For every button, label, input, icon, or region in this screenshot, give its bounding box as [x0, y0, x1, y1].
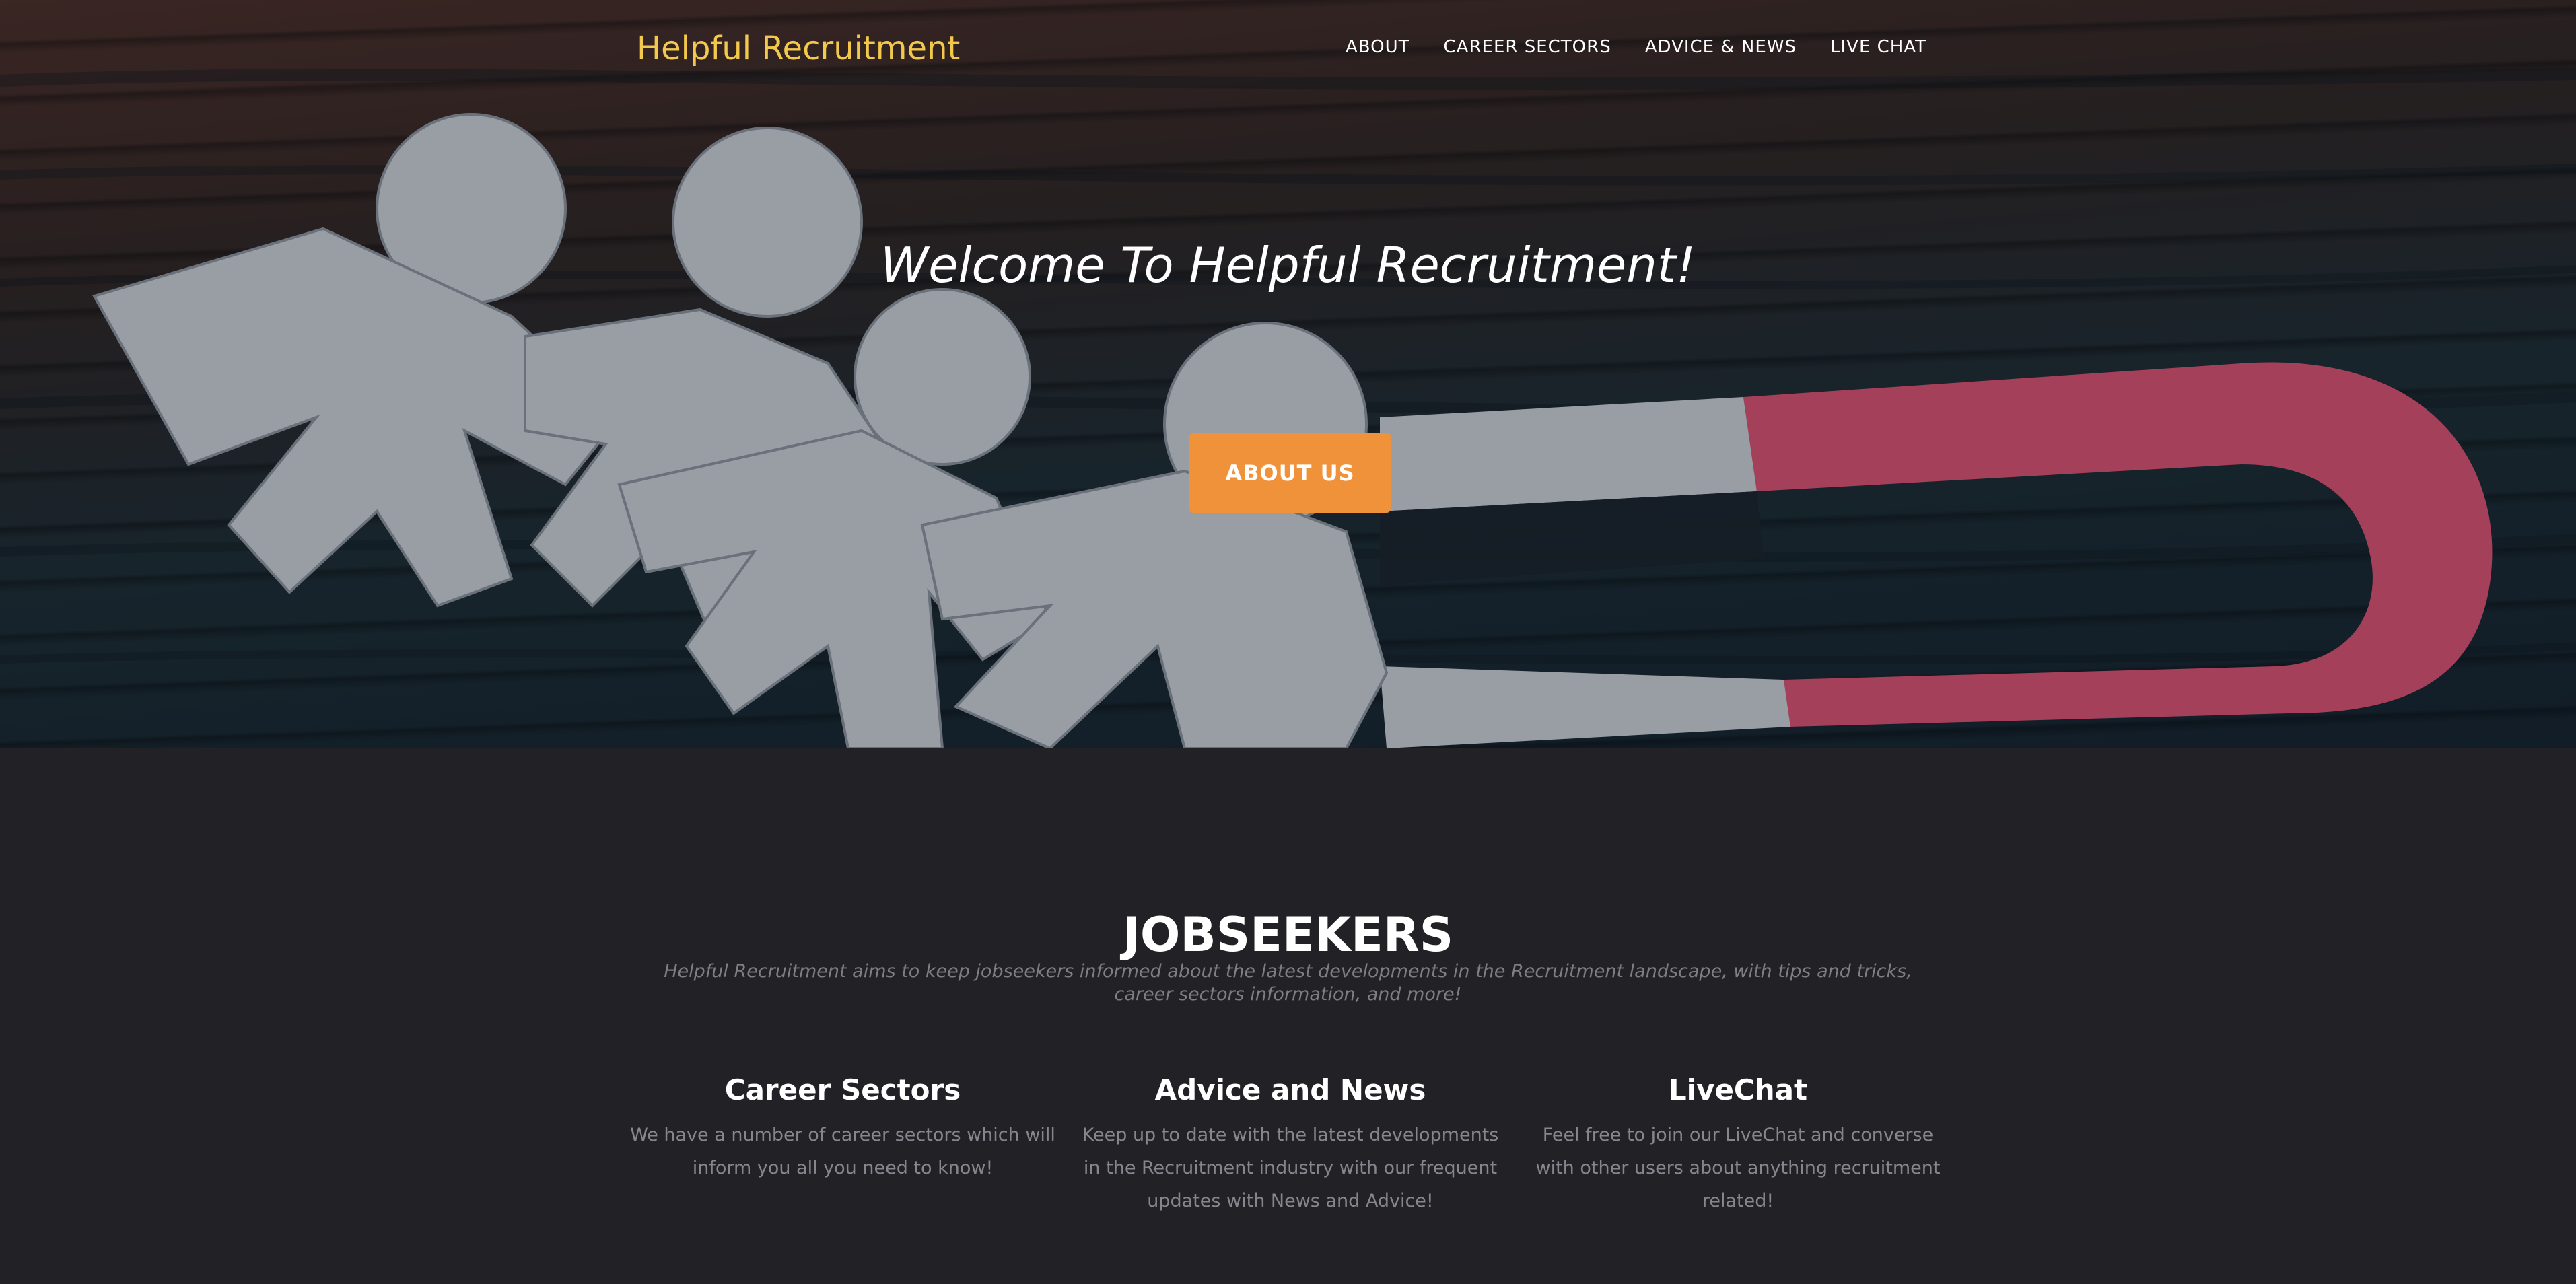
nav-live-chat[interactable]: LIVE CHAT [1830, 37, 1926, 57]
nav-career-sectors[interactable]: CAREER SECTORS [1444, 37, 1611, 57]
feature-text: We have a number of career sectors which… [630, 1125, 1055, 1178]
feature-title: Career Sectors [724, 1073, 961, 1106]
feature-text: Keep up to date with the latest developm… [1082, 1125, 1499, 1211]
hero-overlay [0, 0, 2576, 748]
main-nav: ABOUT CAREER SECTORS ADVICE & NEWS LIVE … [1312, 37, 1926, 57]
nav-advice-news[interactable]: ADVICE & NEWS [1645, 37, 1797, 57]
jobseekers-title: JOBSEEKERS [1122, 907, 1454, 963]
feature-text: Feel free to join our LiveChat and conve… [1535, 1125, 1941, 1211]
nav-about[interactable]: ABOUT [1346, 37, 1410, 57]
hero-banner: Helpful Recruitment ABOUT CAREER SECTORS… [0, 0, 2576, 748]
feature-livechat: LiveChat Feel free to join our LiveChat … [1523, 1073, 1953, 1217]
about-us-button[interactable]: ABOUT US [1189, 433, 1391, 513]
brand-logo-link[interactable]: Helpful Recruitment [637, 30, 960, 67]
feature-title: Advice and News [1154, 1073, 1426, 1106]
jobseekers-description: Helpful Recruitment aims to keep jobseek… [664, 961, 1912, 1005]
feature-advice-news: Advice and News Keep up to date with the… [1075, 1073, 1506, 1217]
feature-career-sectors: Career Sectors We have a number of caree… [627, 1073, 1058, 1184]
feature-title: LiveChat [1668, 1073, 1808, 1106]
hero-heading: Welcome To Helpful Recruitment! [880, 237, 1696, 293]
